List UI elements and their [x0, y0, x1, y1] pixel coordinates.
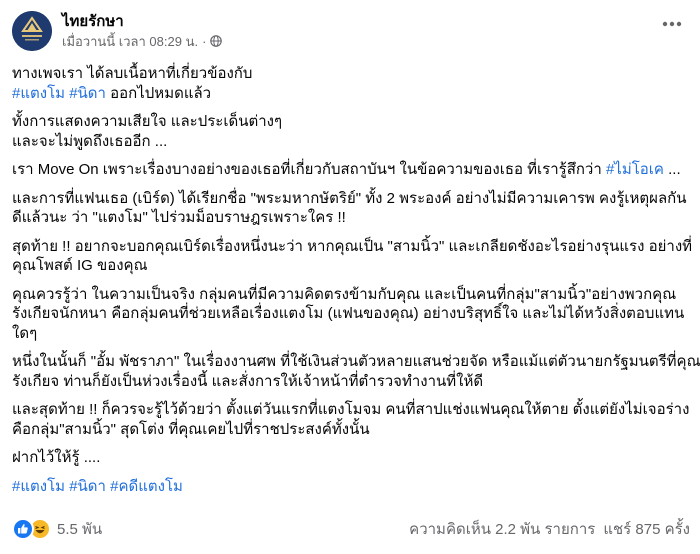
post-paragraph: ฝากไว้ให้รู้ .... — [12, 448, 692, 468]
post-text: หนึ่งในนั้นก็ "อั้ม พัชราภา" ในเรื่องงาน… — [12, 353, 700, 370]
post-line: และจะไม่พูดถึงเธออีก ... — [12, 132, 692, 152]
post-line: คุณโพสต์ IG ของคุณ — [12, 256, 692, 276]
post-text: และการที่แฟนเธอ (เบิร์ด) ได้เรียกชื่อ "พ… — [12, 189, 687, 207]
post-line: สุดท้าย !! อยากจะบอกคุณเบิร์ดเรื่องหนึ่ง… — [12, 237, 692, 257]
post-line: #แตงโม #นิดา #คดีแตงโม — [12, 477, 692, 497]
post-meta: ไทยรักษา เมื่อวานนี้ เวลา 08:29 น. · — [62, 13, 223, 50]
engagement-stats: ความคิดเห็น 2.2 พัน รายการ แชร์ 875 ครั้… — [409, 517, 690, 541]
globe-icon — [210, 35, 223, 47]
shares-count[interactable]: แชร์ 875 ครั้ง — [603, 517, 690, 541]
post-text: คือกลุ่ม"สามนิ้ว" สุดโต่ง ที่คุณเคยไปที่… — [12, 420, 370, 438]
post-line: ใดๆ — [12, 324, 692, 344]
reaction-count[interactable]: 5.5 พัน — [57, 517, 102, 541]
post-line: #แตงโม #นิดา ออกไปหมดแล้ว — [12, 84, 692, 104]
post-line: หนึ่งในนั้นก็ "อั้ม พัชราภา" ในเรื่องงาน… — [12, 352, 700, 372]
post-line: ฝากไว้ให้รู้ .... — [12, 448, 692, 468]
post-footer: 5.5 พัน ความคิดเห็น 2.2 พัน รายการ แชร์ … — [12, 517, 690, 541]
post-paragraph: สุดท้าย !! อยากจะบอกคุณเบิร์ดเรื่องหนึ่ง… — [12, 237, 692, 276]
post-text: และสุดท้าย !! ก็ควรจะรู้ไว้ด้วยว่า ตั้งแ… — [12, 401, 690, 418]
page-name[interactable]: ไทยรักษา — [62, 13, 222, 31]
post-paragraph: หนึ่งในนั้นก็ "อั้ม พัชราภา" ในเรื่องงาน… — [12, 352, 700, 392]
post-header: ไทยรักษา เมื่อวานนี้ เวลา 08:29 น. · — [12, 11, 223, 51]
post-text: คุณควรรู้ว่า ในความเป็นจริง กลุ่มคนที่มี… — [12, 285, 677, 303]
post-paragraph: คุณควรรู้ว่า ในความเป็นจริง กลุ่มคนที่มี… — [12, 285, 692, 344]
comments-count[interactable]: ความคิดเห็น 2.2 พัน รายการ — [409, 517, 595, 541]
post-line: และสุดท้าย !! ก็ควรจะรู้ไว้ด้วยว่า ตั้งแ… — [12, 400, 692, 420]
post-timestamp[interactable]: เมื่อวานนี้ เวลา 08:29 น. — [62, 33, 198, 50]
hashtag-link[interactable]: #คดีแตงโม — [110, 478, 183, 495]
hashtag-link[interactable]: #ไม่โอเค — [606, 161, 664, 178]
post-line: ทางเพจเรา ได้ลบเนื้อหาที่เกี่ยวข้องกับ — [12, 64, 692, 84]
post-text: คุณโพสต์ IG ของคุณ — [12, 257, 148, 274]
post-text: รังเกียจ ท่านก็ยังเป็นห่วงเรื่องนี้ และส… — [12, 372, 484, 390]
post-paragraph: เรา Move On เพราะเรื่องบางอย่างของเธอที่… — [12, 160, 692, 180]
post-line: ทั้งการแสดงความเสียใจ และประเด็นต่างๆ — [12, 112, 692, 132]
post-text: ... — [663, 161, 681, 178]
like-reaction-icon — [12, 518, 34, 540]
post-text: ฝากไว้ให้รู้ .... — [12, 449, 101, 466]
post-text: สุดท้าย !! อยากจะบอกคุณเบิร์ดเรื่องหนึ่ง… — [12, 237, 693, 255]
post-line: เรา Move On เพราะเรื่องบางอย่างของเธอที่… — [12, 160, 692, 180]
post-line: คือกลุ่ม"สามนิ้ว" สุดโต่ง ที่คุณเคยไปที่… — [12, 420, 692, 440]
facebook-post: ไทยรักษา เมื่อวานนี้ เวลา 08:29 น. · ทาง… — [0, 0, 700, 554]
post-text: ดีแล้วนะ ว่า "แตงโม" ไปร่วมม็อบราษฎรเพรา… — [12, 209, 346, 226]
post-paragraph: ทั้งการแสดงความเสียใจ และประเด็นต่างๆและ… — [12, 112, 692, 151]
post-paragraph: และสุดท้าย !! ก็ควรจะรู้ไว้ด้วยว่า ตั้งแ… — [12, 400, 692, 439]
reactions-summary[interactable]: 5.5 พัน — [12, 517, 102, 541]
post-line: ดีแล้วนะ ว่า "แตงโม" ไปร่วมม็อบราษฎรเพรา… — [12, 208, 692, 228]
hashtag-link[interactable]: #นิดา — [69, 478, 106, 495]
post-line: และการที่แฟนเธอ (เบิร์ด) ได้เรียกชื่อ "พ… — [12, 189, 692, 209]
post-text: รังเกียจนักหนา คือกลุ่มคนที่ช่วยเหลือเรื… — [12, 305, 685, 322]
post-line: คุณควรรู้ว่า ในความเป็นจริง กลุ่มคนที่มี… — [12, 285, 692, 305]
post-text: ทางเพจเรา ได้ลบเนื้อหาที่เกี่ยวข้องกับ — [12, 65, 253, 82]
post-line: รังเกียจ ท่านก็ยังเป็นห่วงเรื่องนี้ และส… — [12, 372, 692, 392]
separator-dot: · — [202, 33, 207, 49]
page-avatar[interactable] — [12, 11, 52, 51]
post-subtitle: เมื่อวานนี้ เวลา 08:29 น. · — [62, 33, 223, 50]
more-options-icon[interactable] — [658, 14, 686, 34]
post-text: เรา Move On เพราะเรื่องบางอย่างของเธอที่… — [12, 161, 606, 178]
post-paragraph: และการที่แฟนเธอ (เบิร์ด) ได้เรียกชื่อ "พ… — [12, 189, 692, 228]
post-text: และจะไม่พูดถึงเธออีก ... — [12, 132, 168, 150]
hashtag-link[interactable]: #นิดา — [69, 85, 106, 102]
post-text: ทั้งการแสดงความเสียใจ และประเด็นต่างๆ — [12, 113, 282, 130]
post-body: ทางเพจเรา ได้ลบเนื้อหาที่เกี่ยวข้องกับ #แ… — [12, 64, 700, 505]
post-line: รังเกียจนักหนา คือกลุ่มคนที่ช่วยเหลือเรื… — [12, 304, 692, 324]
post-paragraph: #แตงโม #นิดา #คดีแตงโม — [12, 477, 692, 497]
post-text: ใดๆ — [12, 324, 38, 342]
post-text: ออกไปหมดแล้ว — [105, 84, 212, 102]
post-paragraph: ทางเพจเรา ได้ลบเนื้อหาที่เกี่ยวข้องกับ #แ… — [12, 64, 692, 103]
hashtag-link[interactable]: #แตงโม — [12, 85, 65, 102]
page-logo — [12, 11, 52, 51]
hashtag-link[interactable]: #แตงโม — [12, 478, 65, 495]
